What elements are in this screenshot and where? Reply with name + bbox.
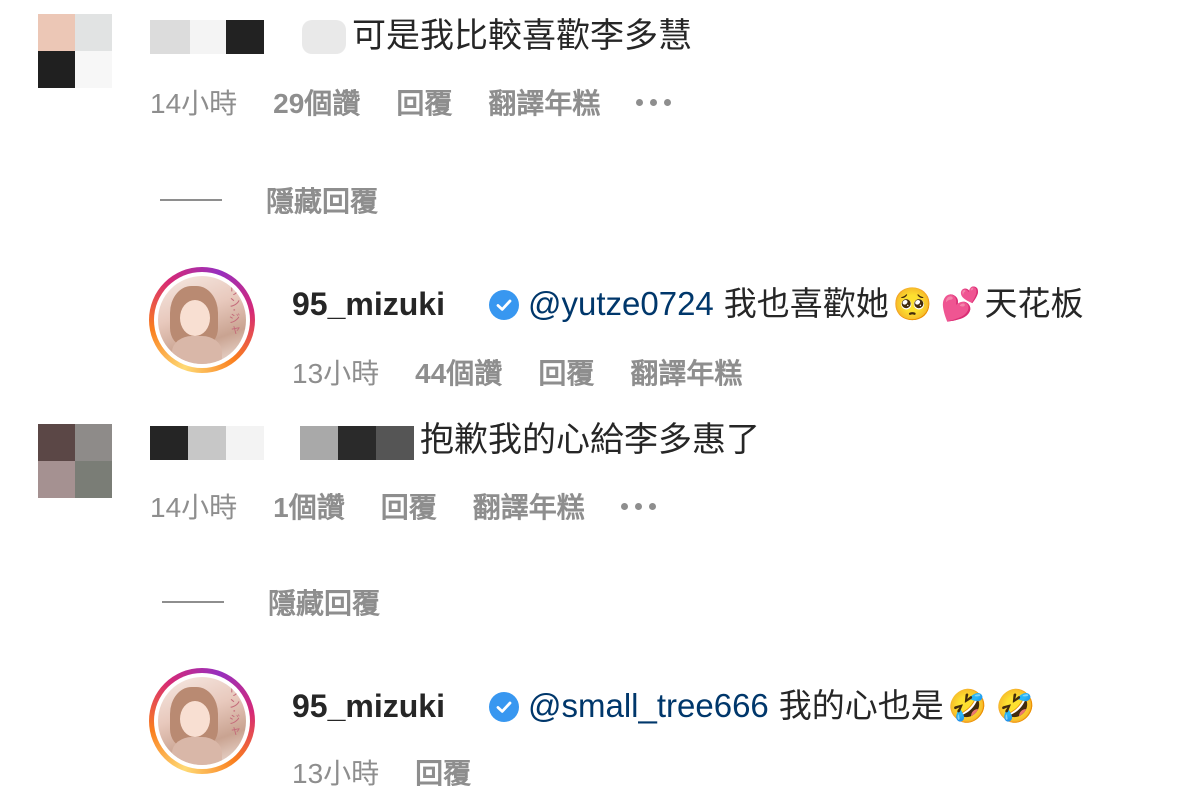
comment-2-reply-button[interactable]: 回覆 (381, 486, 437, 526)
reply-1-likes[interactable]: 44個讚 (415, 352, 502, 392)
comment-2-username-blurred[interactable] (150, 426, 414, 460)
pleading-face-icon: 🥺 (892, 285, 933, 323)
comment-1-hide-replies[interactable]: 隱藏回覆 (160, 180, 378, 220)
more-options-icon[interactable] (620, 502, 656, 510)
comment-1-reply-button[interactable]: 回覆 (396, 82, 452, 122)
comment-2-meta: 14小時 1個讚 回覆 翻譯年糕 (150, 486, 692, 526)
reply-1-time: 13小時 (292, 358, 380, 389)
reply-2-time: 13小時 (292, 758, 380, 789)
reply-1-meta: 13小時 44個讚 回覆 翻譯年糕 (292, 352, 778, 392)
verified-badge-icon (489, 290, 519, 320)
comment-1-likes[interactable]: 29個讚 (273, 82, 360, 122)
comment-2-time: 14小時 (150, 492, 238, 523)
reply-1-username[interactable]: 95_mizuki (292, 286, 445, 323)
verified-badge-icon (489, 692, 519, 722)
reply-1-mention[interactable]: @yutze0724 (528, 284, 714, 324)
reply-2-meta: 13小時 回覆 (292, 752, 507, 792)
reply-1-avatar[interactable]: リン·ジャ (149, 267, 255, 373)
comment-1-meta: 14小時 29個讚 回覆 翻譯年糕 (150, 82, 707, 122)
divider-line (162, 601, 224, 603)
comment-1-text: 可是我比較喜歡李多慧 (352, 17, 692, 55)
comment-2-likes[interactable]: 1個讚 (273, 486, 345, 526)
more-options-icon[interactable] (636, 98, 672, 106)
reply-2-mention[interactable]: @small_tree666 (528, 686, 769, 726)
comment-1-translate-button[interactable]: 翻譯年糕 (488, 82, 600, 122)
comment-2-text: 抱歉我的心給李多惠了 (420, 421, 760, 459)
comment-2-avatar[interactable] (38, 424, 112, 498)
comment-2-hide-replies[interactable]: 隱藏回覆 (162, 582, 380, 622)
rolling-laughing-icon: 🤣 (995, 687, 1036, 725)
reply-1-text: @yutze0724 我也喜歡她 🥺 💕 天花板 (528, 284, 1084, 324)
comment-1-avatar[interactable] (38, 14, 112, 88)
rolling-laughing-icon: 🤣 (947, 687, 988, 725)
two-hearts-icon: 💕 (940, 285, 981, 323)
reply-2-username[interactable]: 95_mizuki (292, 688, 445, 725)
reply-1-translate-button[interactable]: 翻譯年糕 (630, 352, 742, 392)
divider-line (160, 199, 222, 201)
reply-2-text: @small_tree666 我的心也是 🤣 🤣 (528, 686, 1036, 726)
comment-2-translate-button[interactable]: 翻譯年糕 (473, 486, 585, 526)
reply-2-avatar[interactable]: リン·ジャ (149, 668, 255, 774)
comment-1-time: 14小時 (150, 88, 238, 119)
comment-1-username-blurred[interactable] (150, 20, 346, 54)
reply-1-reply-button[interactable]: 回覆 (538, 352, 594, 392)
reply-2-reply-button[interactable]: 回覆 (415, 752, 471, 792)
